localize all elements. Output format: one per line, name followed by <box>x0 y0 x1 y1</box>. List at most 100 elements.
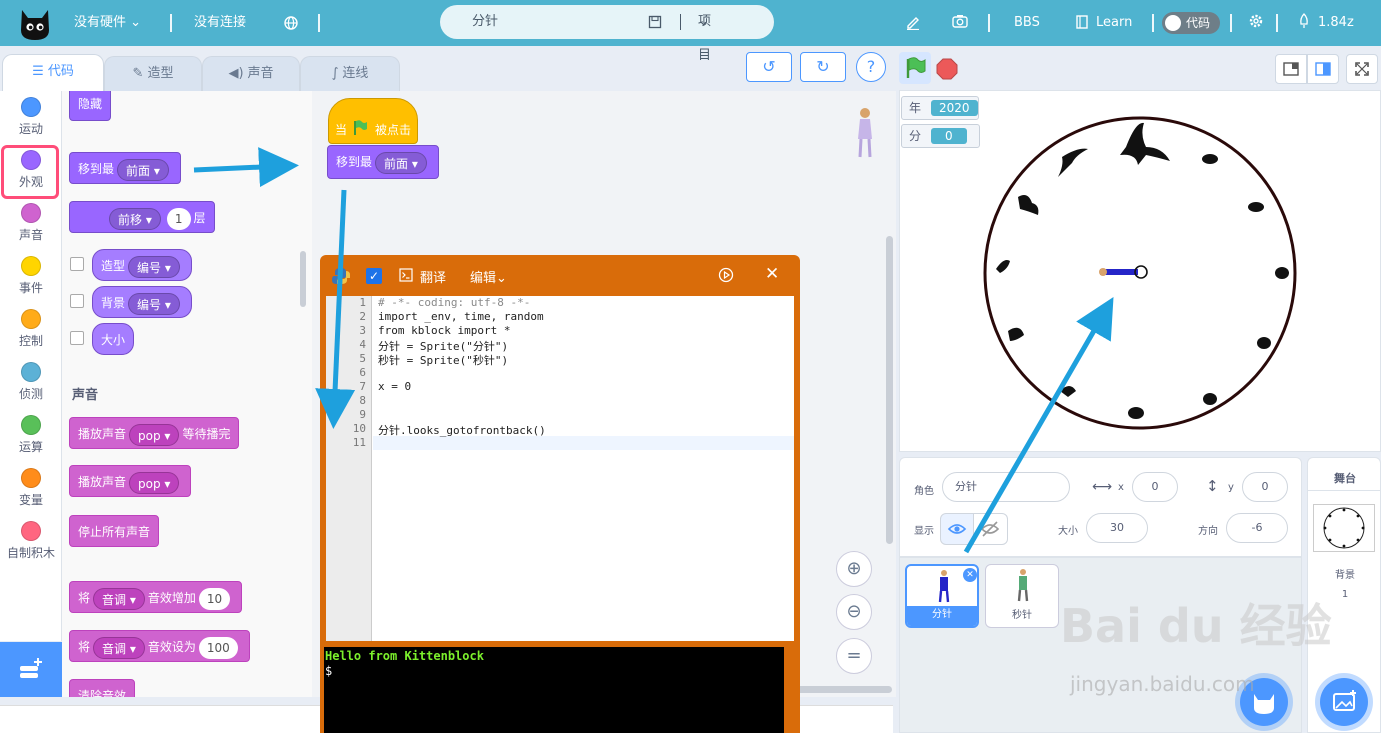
layers-input[interactable]: 1 <box>166 207 191 230</box>
terminal-output[interactable]: Hello from Kittenblock $ <box>324 647 784 733</box>
block-go-to-front[interactable]: 移到最 前面 ▾ <box>69 152 181 184</box>
divider <box>318 14 320 32</box>
variable-monitor-minute[interactable]: 分0 <box>901 124 980 148</box>
costume-checkbox[interactable] <box>70 257 84 271</box>
camera-icon[interactable] <box>952 14 968 28</box>
size-checkbox[interactable] <box>70 331 84 345</box>
category-sensing[interactable]: 侦测 <box>0 362 62 402</box>
forward-dropdown[interactable]: 前移 ▾ <box>109 207 161 230</box>
category-events[interactable]: 事件 <box>0 256 62 296</box>
block-clear-sound-effects[interactable]: 清除音效 <box>69 679 136 697</box>
edit-icon[interactable] <box>906 14 920 30</box>
learn-link[interactable]: Learn <box>1096 0 1132 46</box>
green-flag-button[interactable] <box>899 52 931 84</box>
zoom-in-button[interactable]: ⊕ <box>836 551 872 587</box>
zoom-out-button[interactable]: ⊖ <box>836 594 872 630</box>
sound-dropdown[interactable]: pop ▾ <box>129 423 180 446</box>
undo-button[interactable]: ↺ <box>746 52 792 82</box>
line-number: 1 <box>359 296 366 309</box>
fullscreen-button[interactable] <box>1346 54 1378 84</box>
effect-dropdown[interactable]: 音调 ▾ <box>93 587 145 610</box>
front-dropdown[interactable]: 前面 ▾ <box>117 158 169 181</box>
block-costume-reporter[interactable]: 造型 编号 ▾ <box>92 249 192 281</box>
sound-dropdown[interactable]: pop ▾ <box>129 471 180 494</box>
x-input[interactable]: 0 <box>1132 472 1178 502</box>
connection-menu[interactable]: 没有连接 <box>194 0 246 46</box>
effect-change-input[interactable]: 10 <box>198 587 231 610</box>
sprite-thumbnail-minute-hand[interactable]: ✕ 分针 <box>905 564 979 628</box>
block-size-reporter[interactable]: 大小 <box>92 323 135 355</box>
translate-button[interactable]: 翻译 <box>420 267 446 286</box>
run-icon[interactable] <box>718 267 734 283</box>
tab-code[interactable]: ☰ 代码 <box>2 54 104 92</box>
delete-sprite-button[interactable]: ✕ <box>963 568 977 582</box>
gear-icon[interactable] <box>1248 13 1264 29</box>
script-area-vertical-scrollbar[interactable] <box>886 236 893 544</box>
block-play-sound[interactable]: 播放声音 pop ▾ <box>69 465 192 497</box>
horizontal-arrows-icon: ⟷ <box>1092 479 1113 495</box>
effect-set-input[interactable]: 100 <box>198 636 238 659</box>
tab-wire[interactable]: ∫ 连线 <box>300 56 400 92</box>
category-control[interactable]: 控制 <box>0 309 62 349</box>
front-dropdown[interactable]: 前面 ▾ <box>375 151 427 174</box>
category-motion[interactable]: 运动 <box>0 97 62 137</box>
brush-icon: ✎ <box>132 66 144 81</box>
redo-button[interactable]: ↻ <box>800 52 846 82</box>
category-sound[interactable]: 声音 <box>0 203 62 243</box>
save-icon[interactable] <box>648 15 662 29</box>
code-toggle[interactable]: 代码 <box>1162 12 1220 34</box>
check-icon: ✓ <box>368 269 380 283</box>
size-input[interactable]: 30 <box>1086 513 1148 543</box>
choose-backdrop-button[interactable] <box>1320 678 1368 726</box>
hardware-menu[interactable]: 没有硬件 ⌄ <box>74 0 141 46</box>
block-hide-label: 隐藏 <box>78 97 103 111</box>
divider <box>1276 14 1278 32</box>
show-hidden-button[interactable] <box>974 513 1008 545</box>
globe-icon[interactable] <box>284 16 298 30</box>
backdrop-dropdown[interactable]: 编号 ▾ <box>128 292 180 315</box>
tab-sound[interactable]: ◀) 声音 <box>202 56 300 92</box>
sprite-name-field[interactable]: 分针 <box>472 5 498 39</box>
python-window-titlebar[interactable]: ✓ 翻译 编辑⌄ ✕ <box>320 255 800 295</box>
close-window-button[interactable]: ✕ <box>765 264 779 284</box>
block-label: 等待播完 <box>182 427 231 441</box>
zoom-reset-button[interactable]: = <box>836 638 872 674</box>
show-visible-button[interactable] <box>940 513 974 545</box>
bbs-link[interactable]: BBS <box>1014 0 1040 46</box>
add-extension-button[interactable] <box>0 642 62 697</box>
python-editor-window: ✓ 翻译 编辑⌄ ✕ 1 2 3 4 5 6 7 8 9 10 11 # -*- coding: u… <box>320 255 800 733</box>
sprite-name-input[interactable]: 分针 <box>942 472 1070 502</box>
block-go-forward-layers[interactable]: 前移 ▾ 1 层 <box>69 201 215 233</box>
normal-stage-button[interactable] <box>1307 54 1339 84</box>
stop-button[interactable] <box>936 58 958 80</box>
costume-dropdown[interactable]: 编号 ▾ <box>128 255 180 278</box>
palette-scrollbar[interactable] <box>300 251 306 307</box>
category-operators[interactable]: 运算 <box>0 415 62 455</box>
category-variables[interactable]: 变量 <box>0 468 62 508</box>
block-hide[interactable]: 隐藏 <box>69 91 112 121</box>
block-set-sound-effect[interactable]: 将音调 ▾ 音效设为 100 <box>69 630 250 662</box>
tab-costume[interactable]: ✎ 造型 <box>104 56 202 92</box>
stop-icon <box>936 58 958 80</box>
small-stage-button[interactable] <box>1275 54 1307 84</box>
kittenblock-logo[interactable] <box>16 4 54 42</box>
sprite-thumbnail-second-hand[interactable]: 秒针 <box>985 564 1059 628</box>
block-backdrop-reporter[interactable]: 背景 编号 ▾ <box>92 286 192 318</box>
hardware-label: 没有硬件 <box>74 15 127 30</box>
help-button[interactable]: ? <box>856 52 886 82</box>
sync-checkbox[interactable]: ✓ <box>366 268 382 284</box>
category-my-blocks[interactable]: 自制积木 <box>0 521 62 561</box>
line-number: 5 <box>359 352 366 365</box>
code-editor[interactable]: 1 2 3 4 5 6 7 8 9 10 11 # -*- coding: utf-8 -*- imp… <box>326 296 794 641</box>
block-change-sound-effect[interactable]: 将音调 ▾ 音效增加 10 <box>69 581 243 613</box>
variable-monitor-year[interactable]: 年 2020 <box>901 96 979 120</box>
script-block-go-to-front[interactable]: 移到最 前面 ▾ <box>327 145 439 179</box>
effect-dropdown[interactable]: 音调 ▾ <box>93 636 145 659</box>
backdrop-checkbox[interactable] <box>70 294 84 308</box>
block-play-sound-until-done[interactable]: 播放声音 pop ▾ 等待播完 <box>69 417 240 449</box>
block-when-flag-clicked[interactable]: 当 被点击 <box>328 98 418 144</box>
edit-menu[interactable]: 编辑⌄ <box>470 267 507 286</box>
block-stop-all-sounds[interactable]: 停止所有声音 <box>69 515 160 547</box>
y-input[interactable]: 0 <box>1242 472 1288 502</box>
direction-input[interactable]: -6 <box>1226 513 1288 543</box>
